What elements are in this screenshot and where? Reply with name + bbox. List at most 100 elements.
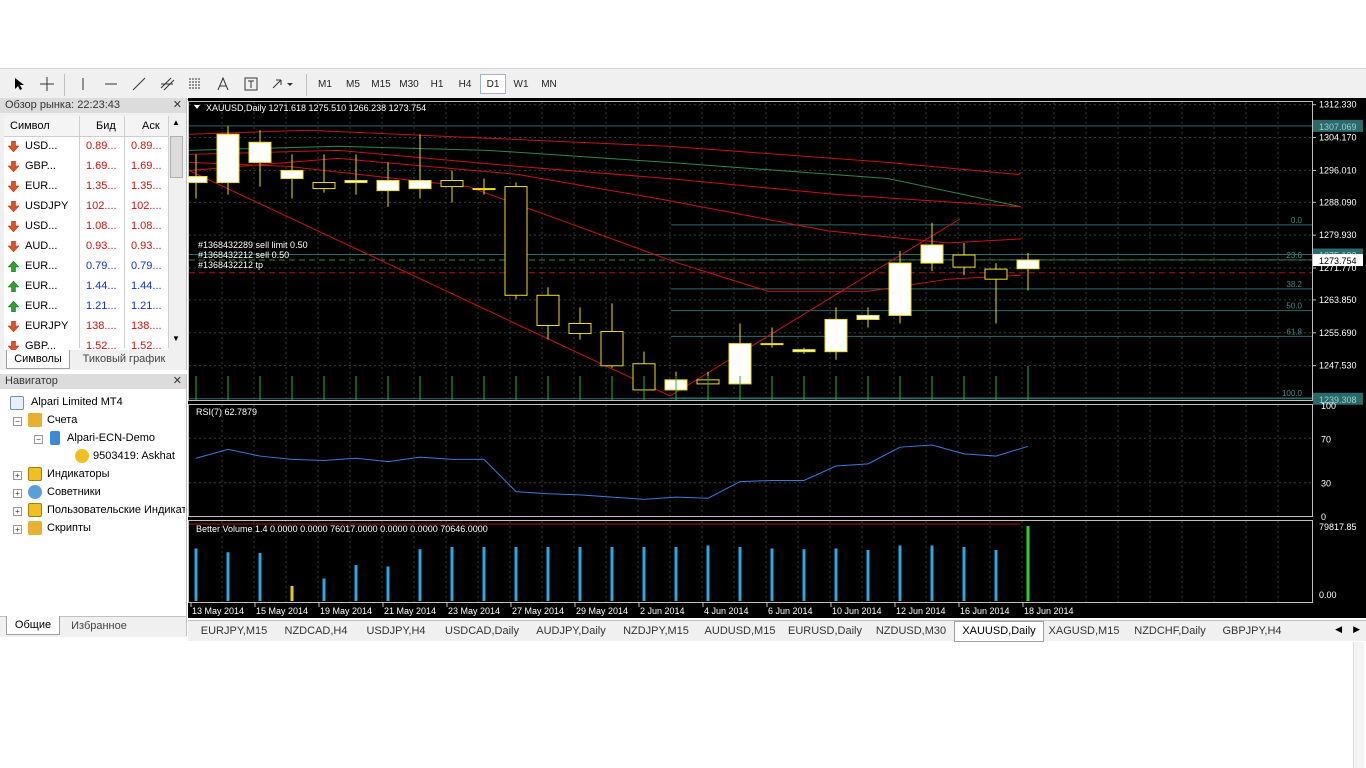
- navigator-root[interactable]: Alpari Limited MT4: [31, 396, 123, 408]
- symbol-cell: EUR...: [25, 260, 58, 272]
- column-ask[interactable]: Аск: [142, 120, 160, 132]
- terminal-scrollbar[interactable]: [1353, 642, 1364, 768]
- market-watch-row[interactable]: EUR... 0.79... 0.79...: [4, 257, 168, 278]
- horizontal-line-tool-button[interactable]: [100, 74, 122, 94]
- market-watch-row[interactable]: GBP... 1.69... 1.69...: [4, 157, 168, 178]
- arrow-down-icon: [8, 221, 19, 232]
- column-bid[interactable]: Бид: [96, 120, 116, 132]
- horizontal-line-icon: [105, 83, 117, 85]
- close-icon[interactable]: ✕: [173, 98, 182, 113]
- trendline-icon: [132, 77, 146, 91]
- chart-tab[interactable]: AUDJPY,Daily: [528, 623, 614, 639]
- symbol-cell: USD...: [25, 140, 58, 152]
- navigator-item-custom-indicators[interactable]: Пользовательские Индикаторы: [47, 504, 185, 516]
- text-icon: [217, 77, 229, 91]
- scroll-thumb[interactable]: [170, 136, 183, 178]
- timeframe-mn[interactable]: MN: [536, 74, 562, 94]
- text-tool-button[interactable]: [212, 74, 234, 94]
- scroll-up-icon[interactable]: ▲: [170, 118, 182, 130]
- ask-cell: 0.79...: [131, 260, 162, 272]
- fibonacci-tool-button[interactable]: [184, 74, 206, 94]
- market-watch-row[interactable]: EUR... 1.21... 1.21...: [4, 297, 168, 318]
- chart-canvas[interactable]: 1312.330 1304.170 1296.010 1288.090 1279.930…: [184, 98, 1366, 618]
- market-watch-row[interactable]: USDJPY 102.... 102....: [4, 197, 168, 218]
- timeframe-m1[interactable]: M1: [312, 74, 338, 94]
- expand-icon[interactable]: +: [13, 507, 22, 516]
- chart-tab[interactable]: USDJPY,H4: [356, 623, 436, 639]
- chart-tab[interactable]: NZDJPY,M15: [614, 623, 698, 639]
- expand-icon[interactable]: +: [13, 525, 22, 534]
- market-watch-row[interactable]: EURJPY 138.... 138....: [4, 317, 168, 338]
- timeframe-d1[interactable]: D1: [480, 74, 506, 94]
- scroll-down-icon[interactable]: ▼: [170, 334, 182, 346]
- cursor-tool-button[interactable]: [8, 74, 30, 94]
- collapse-icon[interactable]: −: [13, 417, 22, 426]
- chart-window[interactable]: 1312.330 1304.170 1296.010 1288.090 1279.930…: [184, 98, 1366, 618]
- market-watch-row[interactable]: USD... 0.89... 0.89...: [4, 137, 168, 158]
- crosshair-tool-button[interactable]: [36, 74, 58, 94]
- chart-tab[interactable]: USDCAD,Daily: [436, 623, 528, 639]
- expand-icon[interactable]: +: [13, 489, 22, 498]
- rsi-axis-label: 30: [1321, 479, 1331, 489]
- market-watch-row[interactable]: EUR... 1.35... 1.35...: [4, 177, 168, 198]
- timeframe-m15[interactable]: M15: [368, 74, 394, 94]
- ask-cell: 138....: [131, 320, 162, 332]
- navigator-accounts[interactable]: Счета: [47, 414, 77, 426]
- toolbar-separator: [64, 74, 65, 96]
- chart-tab[interactable]: AUDUSD,M15: [698, 623, 782, 639]
- timeframe-h4[interactable]: H4: [452, 74, 478, 94]
- timeframe-h1[interactable]: H1: [424, 74, 450, 94]
- date-axis-label: 4 Jun 2014: [704, 606, 749, 616]
- label-tool-button[interactable]: [240, 74, 262, 94]
- indicators-icon: [28, 467, 42, 481]
- tab-symbols[interactable]: Символы: [6, 350, 70, 369]
- tab-common[interactable]: Общие: [6, 616, 60, 635]
- close-icon[interactable]: ✕: [173, 374, 182, 389]
- candle-body: [216, 133, 240, 184]
- chart-tab[interactable]: EURUSD,Daily: [782, 623, 868, 639]
- market-watch-scrollbar[interactable]: ▲ ▼: [168, 116, 183, 348]
- navigator-account[interactable]: 9503419: Askhat: [93, 450, 175, 462]
- trendline-tool-button[interactable]: [128, 74, 150, 94]
- market-watch-title-text: Обзор рынка: 22:23:43: [5, 99, 121, 111]
- date-axis-label: 27 May 2014: [512, 606, 564, 616]
- market-watch-row[interactable]: EUR... 1.44... 1.44...: [4, 277, 168, 298]
- tab-favorites[interactable]: Избранное: [64, 617, 134, 635]
- chart-tab[interactable]: NZDCHF,Daily: [1126, 623, 1214, 639]
- rsi-panel-frame: [188, 404, 1313, 517]
- channel-tool-button[interactable]: [156, 74, 178, 94]
- chart-tab[interactable]: NZDCAD,H4: [276, 623, 356, 639]
- expand-icon[interactable]: +: [13, 471, 22, 480]
- timeframe-m5[interactable]: M5: [340, 74, 366, 94]
- navigator-server[interactable]: Alpari-ECN-Demo: [67, 432, 155, 444]
- column-symbol[interactable]: Символ: [10, 120, 50, 132]
- symbol-cell: EUR...: [25, 300, 58, 312]
- chart-tab[interactable]: GBPJPY,H4: [1214, 623, 1290, 639]
- navigator-item-scripts[interactable]: Скрипты: [47, 522, 91, 534]
- date-axis-label: 10 Jun 2014: [832, 606, 882, 616]
- chart-tab[interactable]: NZDUSD,M30: [868, 623, 954, 639]
- arrows-tool-button[interactable]: [268, 74, 298, 94]
- rsi-axis-label: 100: [1321, 401, 1336, 411]
- tab-scroll-left-icon[interactable]: ◀: [1335, 624, 1342, 635]
- tab-tick-chart[interactable]: Тиковый график: [74, 350, 174, 368]
- collapse-icon[interactable]: −: [34, 435, 43, 444]
- candle-body: [920, 244, 944, 264]
- channel-icon: [160, 77, 175, 91]
- arrow-dropdown-icon: [272, 79, 293, 89]
- timeframe-w1[interactable]: W1: [508, 74, 534, 94]
- timeframe-m30[interactable]: M30: [396, 74, 422, 94]
- chart-tab[interactable]: XAUUSD,Daily: [954, 621, 1044, 642]
- chart-tab[interactable]: XAGUSD,M15: [1042, 623, 1126, 639]
- arrow-down-icon: [8, 181, 19, 192]
- vertical-line-tool-button[interactable]: [72, 74, 94, 94]
- tab-scroll-right-icon[interactable]: ▶: [1353, 624, 1360, 635]
- symbol-cell: USDJPY: [25, 200, 69, 212]
- market-watch-row[interactable]: AUD... 0.93... 0.93...: [4, 237, 168, 258]
- chart-tab[interactable]: EURJPY,M15: [192, 623, 276, 639]
- navigator-item-experts[interactable]: Советники: [47, 486, 101, 498]
- market-watch-row[interactable]: USD... 1.08... 1.08...: [4, 217, 168, 238]
- navigator-item-indicators[interactable]: Индикаторы: [47, 468, 110, 480]
- moving-average-line: [188, 129, 1022, 176]
- vertical-line-icon: [82, 78, 84, 90]
